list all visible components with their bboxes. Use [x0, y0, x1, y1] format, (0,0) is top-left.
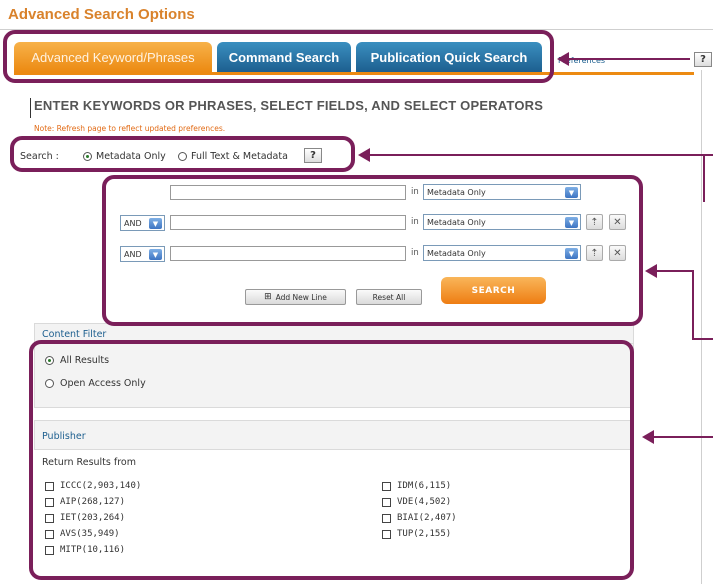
arrow-line — [566, 58, 690, 60]
arrow-line — [368, 154, 713, 156]
arrow-head-icon — [358, 148, 370, 162]
right-border — [701, 70, 702, 584]
heading-marker — [30, 98, 31, 118]
callout-search-scope — [10, 136, 355, 172]
callout-tabs — [3, 30, 554, 83]
arrow-head-icon — [645, 264, 657, 278]
page-title: Advanced Search Options — [8, 6, 195, 23]
help-button[interactable]: ? — [694, 52, 712, 67]
callout-query-rows — [102, 175, 643, 326]
arrow-head-icon — [557, 52, 569, 66]
arrow-line — [692, 270, 694, 340]
content-filter-title: Content Filter — [42, 329, 107, 340]
section-heading: ENTER KEYWORDS OR PHRASES, SELECT FIELDS… — [34, 98, 544, 113]
arrow-line — [692, 338, 713, 340]
arrow-line — [654, 270, 694, 272]
callout-filters — [29, 340, 634, 580]
arrow-head-icon — [642, 430, 654, 444]
arrow-line — [651, 436, 713, 438]
preferences-note: Note: Refresh page to reflect updated pr… — [34, 124, 226, 133]
arrow-line — [703, 154, 705, 202]
